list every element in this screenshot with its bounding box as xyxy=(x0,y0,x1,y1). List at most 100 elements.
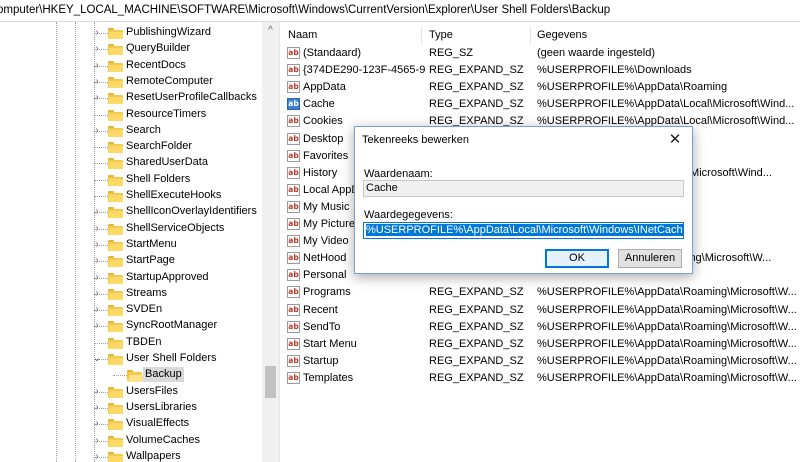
tree-item[interactable]: SearchFolder xyxy=(0,139,262,155)
tree-item[interactable]: › UsersLibraries xyxy=(0,400,262,416)
value-type: REG_EXPAND_SZ xyxy=(429,98,524,111)
value-name: Cache xyxy=(303,98,335,111)
chevron-right-icon[interactable]: › xyxy=(93,402,102,413)
value-data: %USERPROFILE%\AppData\Roaming\Microsoft\… xyxy=(537,286,797,299)
tree-item[interactable]: › ShellServiceObjects xyxy=(0,221,262,237)
value-row[interactable]: ab SendTo REG_EXPAND_SZ %USERPROFILE%\AppDa… xyxy=(284,319,800,336)
value-type: REG_EXPAND_SZ xyxy=(429,64,524,77)
address-path: omputer\HKEY_LOCAL_MACHINE\SOFTWARE\Micr… xyxy=(0,4,611,16)
tree-item[interactable]: › Streams xyxy=(0,286,262,302)
tree-item[interactable]: SharedUserData xyxy=(0,155,262,171)
tree-item-label: SharedUserData xyxy=(126,156,208,169)
tree-item[interactable]: Backup xyxy=(0,367,262,383)
tree-item[interactable]: › Wallpapers xyxy=(0,449,262,462)
chevron-right-icon[interactable]: › xyxy=(93,256,102,266)
tree-item[interactable]: Shell Folders xyxy=(0,172,262,188)
chevron-down-icon[interactable]: ⌄ xyxy=(92,354,102,364)
tree-item[interactable]: › SVDEn xyxy=(0,302,262,318)
chevron-right-icon[interactable]: › xyxy=(93,125,102,136)
address-bar[interactable]: omputer\HKEY_LOCAL_MACHINE\SOFTWARE\Micr… xyxy=(0,0,800,22)
value-name-field: Cache xyxy=(363,180,684,197)
chevron-right-icon[interactable]: › xyxy=(93,435,102,446)
column-header-name[interactable]: Naam xyxy=(288,26,317,44)
column-divider[interactable] xyxy=(421,26,422,44)
tree-item[interactable]: ResourceTimers xyxy=(0,107,262,123)
chevron-right-icon[interactable]: › xyxy=(93,28,102,38)
string-value-icon: ab xyxy=(287,286,300,299)
folder-icon xyxy=(108,28,123,39)
tree-item[interactable]: › ShellIconOverlayIdentifiers xyxy=(0,204,262,220)
chevron-right-icon[interactable]: › xyxy=(93,305,102,315)
value-row[interactable]: ab {374DE290-123F-4565-9... REG_EXPAND_SZ%… xyxy=(284,62,800,79)
tree-item[interactable]: › QueryBuilder xyxy=(0,41,262,57)
tree-item[interactable]: › SyncRootManager xyxy=(0,318,262,334)
folder-icon xyxy=(108,419,123,431)
tree-item[interactable]: › RemoteComputer xyxy=(0,74,262,90)
chevron-right-icon[interactable]: › xyxy=(93,76,102,87)
tree-item[interactable]: › UsersFiles xyxy=(0,384,262,400)
column-divider[interactable] xyxy=(530,26,531,44)
edit-string-dialog: Tekenreeks bewerken ✕ Waardenaam: Cache … xyxy=(354,126,693,274)
tree-item[interactable]: ShellExecuteHooks xyxy=(0,188,262,204)
folder-icon xyxy=(108,354,123,365)
cancel-button[interactable]: Annuleren xyxy=(618,249,682,268)
chevron-right-icon[interactable]: › xyxy=(93,386,102,397)
folder-icon xyxy=(108,386,123,398)
value-row[interactable]: ab Start Menu REG_EXPAND_SZ %USERPROFILE%\A… xyxy=(284,336,800,353)
tree-connector xyxy=(94,163,108,165)
value-row[interactable]: ab Programs REG_EXPAND_SZ %USERPROFILE%\App… xyxy=(284,284,800,301)
tree-item[interactable]: › StartMenu xyxy=(0,237,262,253)
key-tree[interactable]: › PublishingWizard › QueryBuilder › RecentDoc… xyxy=(0,22,262,462)
close-icon[interactable]: ✕ xyxy=(663,129,687,151)
value-type: REG_EXPAND_SZ xyxy=(429,303,524,316)
value-row[interactable]: ab Startup REG_EXPAND_SZ %USERPROFILE%\AppD… xyxy=(284,353,800,370)
ok-button[interactable]: OK xyxy=(545,249,609,268)
chevron-right-icon[interactable]: › xyxy=(93,93,102,103)
chevron-right-icon[interactable]: › xyxy=(93,272,102,283)
tree-item[interactable]: › StartPage xyxy=(0,253,262,269)
chevron-right-icon[interactable]: › xyxy=(93,288,102,299)
tree-item[interactable]: › VisualEffects xyxy=(0,416,262,432)
value-name: Start Menu xyxy=(303,337,357,350)
value-data: %USERPROFILE%\AppData\Roaming\Microsoft\… xyxy=(537,320,797,333)
chevron-right-icon[interactable]: › xyxy=(93,321,102,331)
chevron-right-icon[interactable]: › xyxy=(93,419,102,429)
value-row[interactable]: ab Recent REG_EXPAND_SZ %USERPROFILE%\AppDa… xyxy=(284,302,800,319)
tree-connector xyxy=(94,147,108,149)
tree-item[interactable]: › StartupApproved xyxy=(0,270,262,286)
tree-item[interactable]: › VolumeCaches xyxy=(0,433,262,449)
string-value-icon: ab xyxy=(287,252,300,265)
tree-item[interactable]: TBDEn xyxy=(0,335,262,351)
value-data-input[interactable]: %USERPROFILE%\AppData\Local\Microsoft\Wi… xyxy=(363,222,684,239)
tree-item[interactable]: › RecentDocs xyxy=(0,58,262,74)
tree-item-label: StartupApproved xyxy=(126,270,209,283)
chevron-right-icon[interactable]: › xyxy=(93,239,102,250)
string-value-icon: ab xyxy=(287,115,300,128)
chevron-right-icon[interactable]: › xyxy=(93,44,102,54)
column-header-data[interactable]: Gegevens xyxy=(537,26,587,44)
chevron-right-icon[interactable]: › xyxy=(93,207,102,217)
tree-item-label: ShellServiceObjects xyxy=(126,221,225,234)
chevron-right-icon[interactable]: › xyxy=(93,451,102,462)
folder-icon xyxy=(108,93,123,105)
value-row[interactable]: ab AppData REG_EXPAND_SZ %USERPROFILE%\AppD… xyxy=(284,79,800,96)
tree-item-label: ResourceTimers xyxy=(126,107,207,120)
value-row[interactable]: ab Templates REG_EXPAND_SZ %USERPROFILE%\Ap… xyxy=(284,370,800,387)
chevron-right-icon[interactable]: › xyxy=(93,60,102,71)
chevron-right-icon[interactable]: › xyxy=(93,223,102,234)
tree-item[interactable]: ⌄ User Shell Folders xyxy=(0,351,262,367)
scrollbar-thumb[interactable] xyxy=(265,366,276,398)
tree-item[interactable]: › ResetUserProfileCallbacks xyxy=(0,90,262,106)
tree-item[interactable]: › PublishingWizard xyxy=(0,25,262,41)
column-header-type[interactable]: Type xyxy=(429,26,453,44)
value-row[interactable]: ab Cache REG_EXPAND_SZ %USERPROFILE%\AppDat… xyxy=(284,96,800,113)
folder-icon xyxy=(108,321,123,333)
tree-item-label: Wallpapers xyxy=(126,449,181,462)
tree-scrollbar[interactable]: ^ xyxy=(262,22,279,462)
value-row[interactable]: ab (Standaard) REG_SZ (geen waarde ingestel… xyxy=(284,45,800,62)
scroll-up-icon[interactable]: ^ xyxy=(262,22,279,39)
value-data: %USERPROFILE%\AppData\Local\Microsoft\Wi… xyxy=(537,98,795,111)
string-value-icon: ab xyxy=(287,64,300,77)
value-data: %USERPROFILE%\AppData\Roaming\Microsoft\… xyxy=(537,354,797,367)
tree-item[interactable]: › Search xyxy=(0,123,262,139)
